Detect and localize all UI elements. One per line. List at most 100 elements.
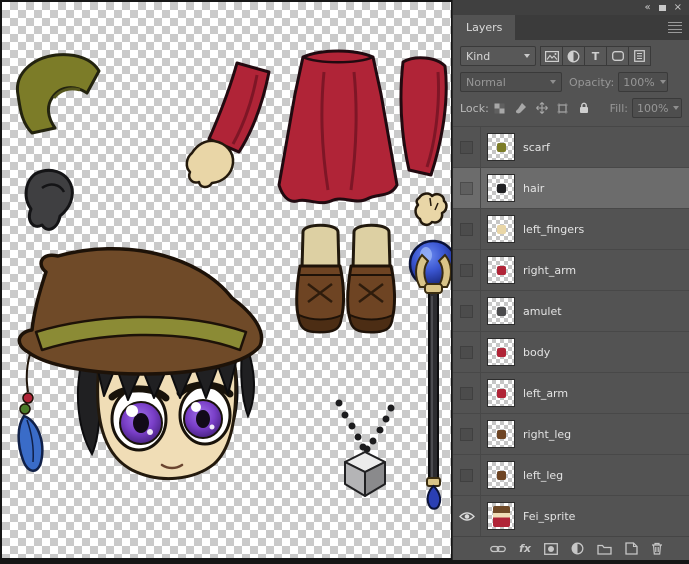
- layer-name: amulet: [523, 305, 562, 318]
- layer-row-right-leg[interactable]: right_leg: [453, 414, 689, 455]
- layer-thumbnail[interactable]: [487, 215, 515, 243]
- layer-row-left-fingers[interactable]: left_fingers: [453, 209, 689, 250]
- lock-position-icon[interactable]: [535, 101, 549, 115]
- layer-thumbnail[interactable]: [487, 256, 515, 284]
- layer-thumbnail[interactable]: [487, 133, 515, 161]
- adjustment-filter-button[interactable]: [562, 46, 585, 66]
- panel-chrome: « ×: [453, 0, 689, 15]
- left-leg-art: [297, 225, 344, 332]
- shape-filter-button[interactable]: [606, 46, 629, 66]
- visibility-toggle[interactable]: [453, 250, 481, 290]
- hat-art: [19, 249, 261, 374]
- thumb-mark: [497, 143, 506, 152]
- layer-thumbnail[interactable]: [487, 420, 515, 448]
- lock-artboard-icon[interactable]: [556, 101, 570, 115]
- layer-row-body[interactable]: body: [453, 332, 689, 373]
- opacity-input[interactable]: 100%: [618, 72, 668, 92]
- type-filter-button[interactable]: T: [584, 46, 607, 66]
- eye-icon: [459, 511, 475, 522]
- smart-object-filter-button[interactable]: [628, 46, 651, 66]
- layer-thumbnail[interactable]: [487, 338, 515, 366]
- chevron-down-icon: [673, 106, 679, 110]
- visibility-well: [460, 141, 473, 154]
- thumb-mark: [497, 430, 506, 439]
- visibility-toggle[interactable]: [453, 455, 481, 495]
- visibility-well: [460, 387, 473, 400]
- layer-thumbnail[interactable]: [487, 297, 515, 325]
- blend-mode-value: Normal: [466, 76, 506, 89]
- layer-name: right_arm: [523, 264, 576, 277]
- layer-mask-icon[interactable]: [544, 543, 558, 555]
- right-arm-art: [401, 58, 446, 175]
- staff-art: [410, 241, 451, 509]
- visibility-toggle[interactable]: [453, 496, 481, 536]
- opacity-label: Opacity:: [569, 76, 614, 89]
- chevron-down-icon: [660, 80, 666, 84]
- lock-label: Lock:: [460, 102, 489, 115]
- thumb-mark: [497, 184, 506, 193]
- body-art: [279, 51, 397, 203]
- layer-row-left-arm[interactable]: left_arm: [453, 373, 689, 414]
- right-leg-art: [348, 225, 395, 332]
- layer-name: left_fingers: [523, 223, 584, 236]
- collapse-panel-icon[interactable]: «: [644, 3, 650, 13]
- layer-thumbnail[interactable]: [487, 174, 515, 202]
- document-canvas[interactable]: [2, 2, 451, 558]
- thumb-mark: [493, 506, 510, 527]
- adjustment-layer-icon[interactable]: [571, 542, 584, 555]
- lock-transparency-icon[interactable]: [493, 101, 507, 115]
- thumb-mark: [497, 266, 506, 275]
- visibility-toggle[interactable]: [453, 168, 481, 208]
- layer-name: hair: [523, 182, 544, 195]
- chevron-down-icon: [524, 54, 530, 58]
- visibility-toggle[interactable]: [453, 373, 481, 413]
- layer-row-left-leg[interactable]: left_leg: [453, 455, 689, 496]
- fill-input[interactable]: 100%: [632, 98, 682, 118]
- amulet-art: [336, 400, 395, 497]
- panel-tabbar: Layers: [453, 15, 689, 40]
- layer-thumbnail[interactable]: [487, 379, 515, 407]
- panel-menu-icon[interactable]: [668, 22, 682, 33]
- lock-pixels-icon[interactable]: [514, 101, 528, 115]
- visibility-well: [460, 182, 473, 195]
- layer-effects-icon[interactable]: fx: [519, 543, 531, 554]
- fill-label: Fill:: [610, 102, 628, 115]
- new-group-icon[interactable]: [597, 543, 612, 555]
- kind-filter-dropdown[interactable]: Kind: [460, 46, 536, 66]
- kind-label: Kind: [466, 50, 490, 63]
- layer-row-scarf[interactable]: scarf: [453, 127, 689, 168]
- lock-all-icon[interactable]: [577, 101, 591, 115]
- visibility-well: [460, 305, 473, 318]
- thumb-mark: [497, 307, 506, 316]
- layers-controls: Kind T: [453, 40, 689, 126]
- panel-box-icon[interactable]: [659, 5, 666, 11]
- pixel-filter-button[interactable]: [540, 46, 563, 66]
- link-layers-icon[interactable]: [490, 543, 506, 555]
- delete-layer-icon[interactable]: [651, 542, 663, 555]
- blend-mode-dropdown[interactable]: Normal: [460, 72, 562, 92]
- layer-row-right-arm[interactable]: right_arm: [453, 250, 689, 291]
- tab-layers[interactable]: Layers: [453, 15, 515, 40]
- layers-panel: « × Layers Kind: [452, 0, 689, 560]
- visibility-toggle[interactable]: [453, 127, 481, 167]
- layer-name: left_leg: [523, 469, 563, 482]
- left-arm-art: [187, 63, 269, 187]
- opacity-value: 100%: [623, 76, 654, 89]
- layer-name: left_arm: [523, 387, 568, 400]
- layer-row-amulet[interactable]: amulet: [453, 291, 689, 332]
- layer-row-fei-sprite[interactable]: Fei_sprite: [453, 496, 689, 536]
- visibility-toggle[interactable]: [453, 291, 481, 331]
- visibility-toggle[interactable]: [453, 209, 481, 249]
- layer-thumbnail[interactable]: [487, 461, 515, 489]
- layer-thumbnail[interactable]: [487, 502, 515, 530]
- layer-row-hair[interactable]: hair: [453, 168, 689, 209]
- visibility-toggle[interactable]: [453, 332, 481, 372]
- layer-name: Fei_sprite: [523, 510, 575, 523]
- layer-list: scarf hair left_fingers right_arm am: [453, 126, 689, 536]
- new-layer-icon[interactable]: [625, 542, 638, 555]
- visibility-toggle[interactable]: [453, 414, 481, 454]
- visibility-well: [460, 264, 473, 277]
- layer-name: scarf: [523, 141, 550, 154]
- left-fingers-art: [416, 194, 447, 225]
- close-panel-icon[interactable]: ×: [674, 3, 682, 13]
